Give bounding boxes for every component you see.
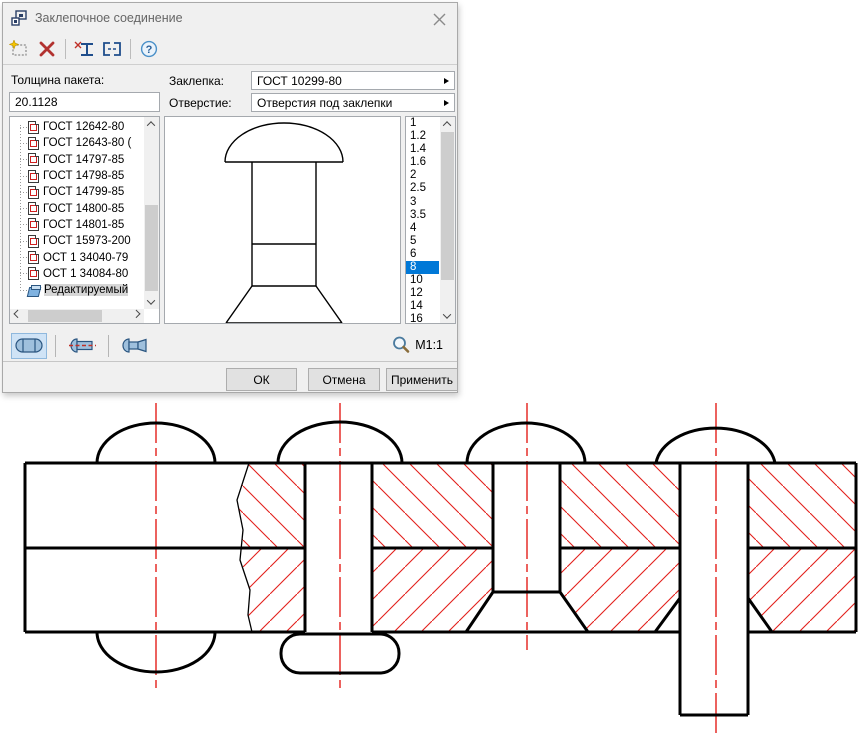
document-icon [28,186,39,199]
hatch-top-plate [237,463,856,548]
size-item[interactable]: 1.6 [406,156,439,169]
list-vscrollbar[interactable] [144,117,159,309]
magnifier-icon[interactable] [392,336,410,354]
create-axis-icon[interactable] [72,37,96,61]
size-item[interactable]: 1.2 [406,130,439,143]
toolbar-separator [55,335,56,357]
scroll-thumb[interactable] [28,310,102,322]
close-icon[interactable] [431,11,447,27]
scroll-thumb[interactable] [441,132,454,280]
combo-arrow-icon[interactable] [444,100,449,106]
svg-text:?: ? [146,44,153,56]
editable-icon [28,284,40,297]
rivet-preview-drawing [165,117,400,323]
document-icon [28,137,39,150]
document-icon [28,153,39,166]
scale-indicator: М1:1 [392,336,443,354]
hole-label: Отверстие: [169,96,232,110]
list-item-selected[interactable]: Редактируемый [10,282,142,298]
list-item[interactable]: ОСТ 1 34040-79 [10,249,142,265]
rivet-app-icon [11,10,28,26]
rivet-combo-value: ГОСТ 10299-80 [257,74,440,88]
list-item[interactable]: ГОСТ 14799-85 [10,184,142,200]
size-item[interactable]: 4 [406,222,439,235]
rivet-connection-dialog: Заклепочное соединение [2,2,458,393]
document-icon [28,121,39,134]
titlebar[interactable]: Заклепочное соединение [3,3,457,33]
size-item[interactable]: 3.5 [406,209,439,222]
rivet-label: Заклепка: [169,74,224,88]
hole-combo-value: Отверстия под заклепки [257,96,440,110]
app-window: Заклепочное соединение [0,0,864,738]
rivet-both-heads-view-button[interactable] [11,333,47,359]
delete-icon[interactable] [35,37,59,61]
size-item[interactable]: 5 [406,235,439,248]
standards-listbox[interactable]: ГОСТ 12642-80 ГОСТ 12643-80 ( ГОСТ 14797… [9,116,160,324]
size-item[interactable]: 14 [406,300,439,313]
list-item[interactable]: ГОСТ 15973-200 [10,233,142,249]
help-icon[interactable]: ? [137,37,161,61]
cancel-button[interactable]: Отмена [308,368,380,391]
document-icon [28,170,39,183]
thickness-input[interactable]: 20.1128 [9,92,160,112]
list-item[interactable]: ГОСТ 12643-80 ( [10,135,142,151]
toolbar-separator [130,39,131,59]
list-item[interactable]: ОСТ 1 34084-80 [10,266,142,282]
document-icon [28,251,39,264]
size-item[interactable]: 12 [406,287,439,300]
ok-button[interactable]: ОК [226,368,297,391]
list-item[interactable]: ГОСТ 14801-85 [10,217,142,233]
toolbar-separator [108,335,109,357]
rivet-preview [164,116,401,324]
scroll-thumb[interactable] [145,205,158,291]
list-item[interactable]: ГОСТ 14797-85 [10,152,142,168]
apply-button[interactable]: Применить [386,368,458,391]
list-item[interactable]: ГОСТ 14800-85 [10,200,142,216]
size-listbox[interactable]: 1 1.2 1.4 1.6 2 2.5 3 3.5 4 5 6 8 10 12 … [405,116,456,324]
thickness-label: Толщина пакета: [11,73,104,87]
document-icon [28,218,39,231]
new-object-icon[interactable] [7,37,31,61]
dialog-toolbar: ? [7,35,161,63]
document-icon [28,267,39,280]
standards-tree: ГОСТ 12642-80 ГОСТ 12643-80 ( ГОСТ 14797… [10,119,142,298]
dialog-buttons: ОК Отмена Применить [3,362,457,394]
list-hscrollbar[interactable] [10,309,144,323]
toolbar-separator [65,39,66,59]
view-type-toolbar [11,332,153,360]
rivet-simplified-view-button[interactable] [64,333,100,359]
size-item[interactable]: 16 [406,313,439,324]
document-icon [28,235,39,248]
combo-arrow-icon[interactable] [444,78,449,84]
size-item-selected[interactable]: 8 [406,261,439,274]
size-item[interactable]: 6 [406,248,439,261]
rivet-countersunk-view-button[interactable] [117,333,153,359]
rivet-combo[interactable]: ГОСТ 10299-80 [251,71,455,90]
size-item[interactable]: 10 [406,274,439,287]
hole-combo[interactable]: Отверстия под заклепки [251,93,455,112]
scale-label: М1:1 [415,338,443,352]
size-item[interactable]: 1 [406,117,439,130]
size-item[interactable]: 2 [406,169,439,182]
document-icon [28,202,39,215]
list-item[interactable]: ГОСТ 14798-85 [10,168,142,184]
size-item[interactable]: 3 [406,196,439,209]
size-item[interactable]: 2.5 [406,182,439,195]
size-vscrollbar[interactable] [440,117,455,323]
edit-table-icon[interactable] [100,37,124,61]
size-item[interactable]: 1.4 [406,143,439,156]
toolbar-divider [3,64,457,65]
dialog-title: Заклепочное соединение [35,11,183,25]
list-item[interactable]: ГОСТ 12642-80 [10,119,142,135]
